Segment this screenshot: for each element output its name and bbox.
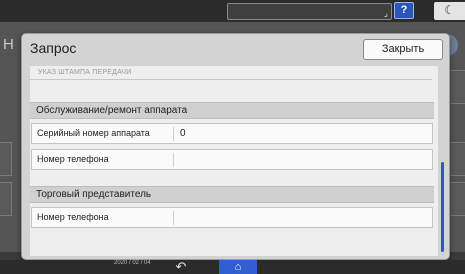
close-button[interactable]: Закрыть xyxy=(363,39,443,60)
divider xyxy=(173,211,174,225)
home-icon[interactable]: ⌂ xyxy=(219,260,257,274)
section-title: Торговый представитель xyxy=(36,189,152,200)
background-row-edge xyxy=(449,70,465,104)
row-value: 0 xyxy=(180,128,186,139)
divider xyxy=(173,127,174,141)
row-label: Номер телефона xyxy=(37,212,109,222)
divider xyxy=(30,79,432,80)
date-time: 2020 / 02 / 04 xyxy=(114,260,151,267)
system-top-bar: ⌟ ? ☾ xyxy=(0,0,465,22)
back-icon[interactable]: ↶ xyxy=(172,260,190,274)
status-field[interactable]: ⌟ xyxy=(227,3,392,20)
row-label: Серийный номер аппарата xyxy=(37,128,150,138)
row-label: Номер телефона xyxy=(37,154,109,164)
inquiry-dialog: Запрос Закрыть УКАЗ ШТАМПА ПЕРЕДАЧИ Обсл… xyxy=(21,33,450,260)
table-row: Номер телефона xyxy=(31,207,433,228)
background-row-edge xyxy=(449,142,465,176)
energy-saver-icon[interactable]: ☾ xyxy=(434,2,465,20)
background-row-edge xyxy=(0,182,12,216)
section-title: Обслуживание/ремонт аппарата xyxy=(36,105,188,116)
partial-row-label: УКАЗ ШТАМПА ПЕРЕДАЧИ xyxy=(38,69,132,76)
background-row-edge xyxy=(0,142,12,176)
background-row-edge xyxy=(449,182,465,216)
expand-corner-icon: ⌟ xyxy=(383,8,388,18)
section-header-service: Обслуживание/ремонт аппарата xyxy=(30,102,434,119)
divider xyxy=(173,153,174,167)
system-bottom-bar: 2020 / 02 / 04 ↶ ⌂ xyxy=(0,260,465,274)
scrollbar-thumb[interactable] xyxy=(441,162,444,252)
dialog-content[interactable]: УКАЗ ШТАМПА ПЕРЕДАЧИ Обслуживание/ремонт… xyxy=(30,66,438,256)
help-button[interactable]: ? xyxy=(394,2,414,19)
table-row: Серийный номер аппарата 0 xyxy=(31,123,433,144)
dialog-title: Запрос xyxy=(30,40,77,56)
date-text: 2020 / 02 / 04 xyxy=(114,260,151,266)
dialog-header: Запрос Закрыть xyxy=(22,34,449,62)
table-row: Номер телефона xyxy=(31,149,433,170)
section-header-sales: Торговый представитель xyxy=(30,186,434,203)
background-title-fragment: Н xyxy=(3,36,14,53)
